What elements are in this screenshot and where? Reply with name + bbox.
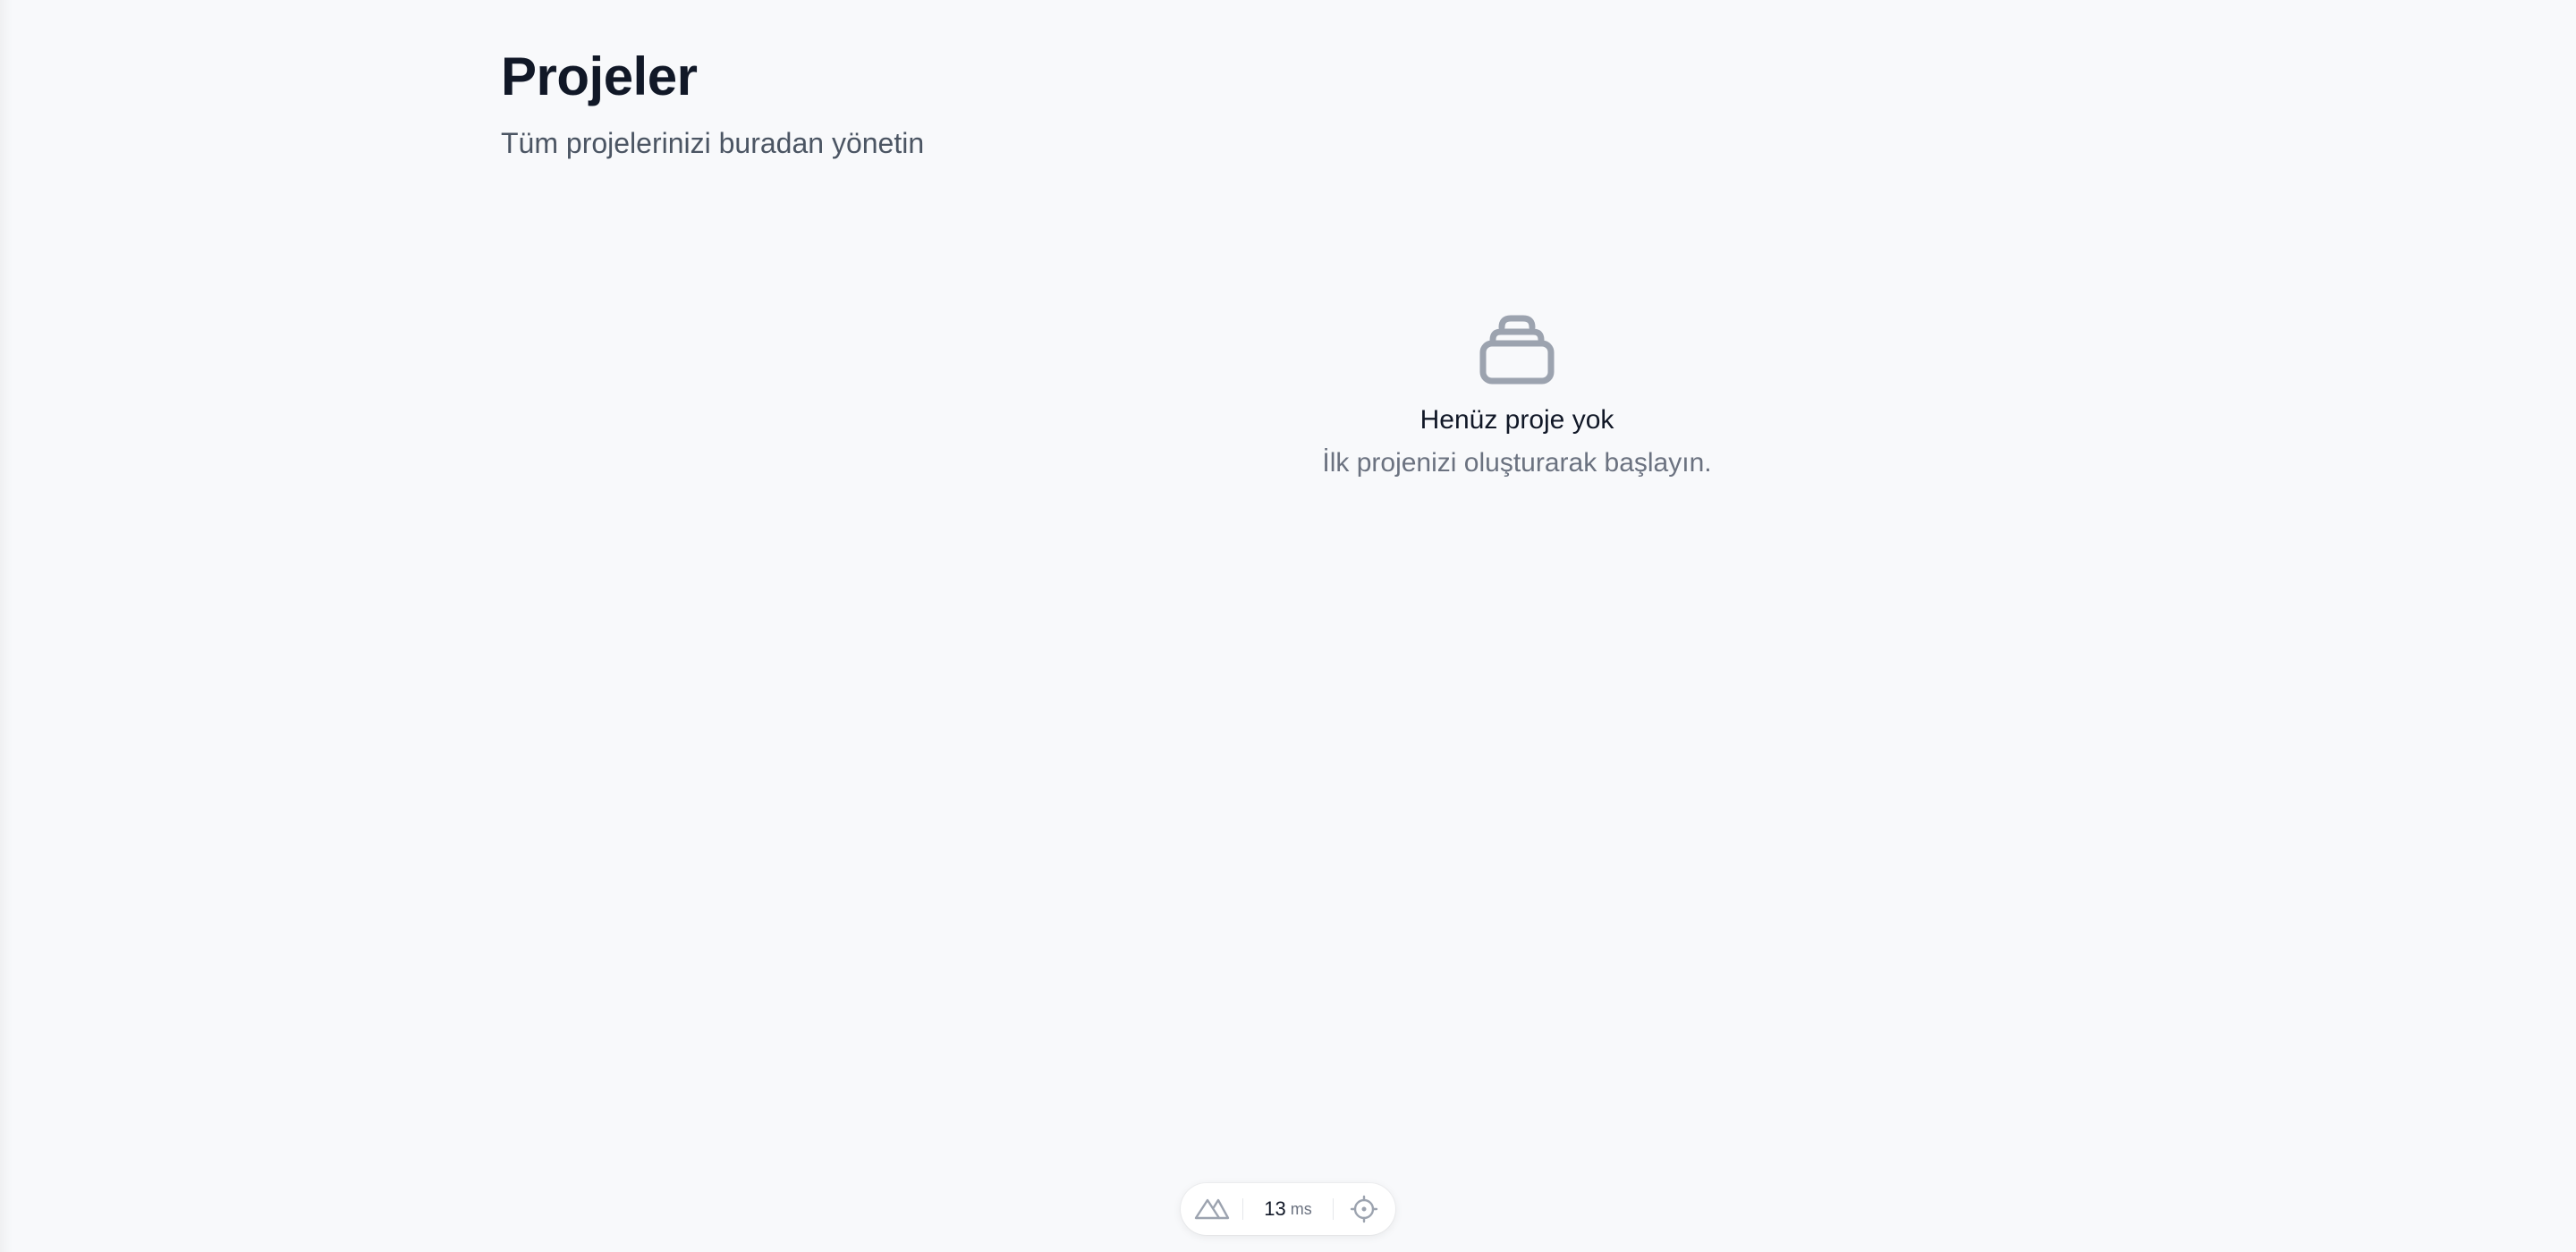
devtools-bar: 13 ms	[1181, 1183, 1395, 1235]
render-time[interactable]: 13 ms	[1243, 1183, 1332, 1235]
page-title: Projeler	[501, 47, 698, 106]
crosshair-icon	[1351, 1195, 1378, 1223]
empty-state: Henüz proje yok İlk projenizi oluşturara…	[1159, 308, 1875, 481]
page-header: Projeler Tüm projelerinizi buradan yönet…	[501, 41, 924, 161]
render-time-value: 13	[1264, 1197, 1286, 1220]
sidebar-edge-shadow	[0, 0, 13, 1252]
empty-state-title: Henüz proje yok	[1419, 405, 1614, 435]
inbox-stack-icon	[1479, 315, 1555, 385]
empty-state-description: İlk projenizi oluşturarak başlayın.	[1322, 448, 1712, 478]
render-time-unit: ms	[1290, 1199, 1312, 1218]
devtools-toggle-button[interactable]	[1181, 1183, 1242, 1235]
page-subtitle: Tüm projelerinizi buradan yönetin	[501, 127, 925, 159]
component-inspector-button[interactable]	[1334, 1183, 1395, 1235]
nuxt-logo-icon	[1194, 1198, 1229, 1220]
